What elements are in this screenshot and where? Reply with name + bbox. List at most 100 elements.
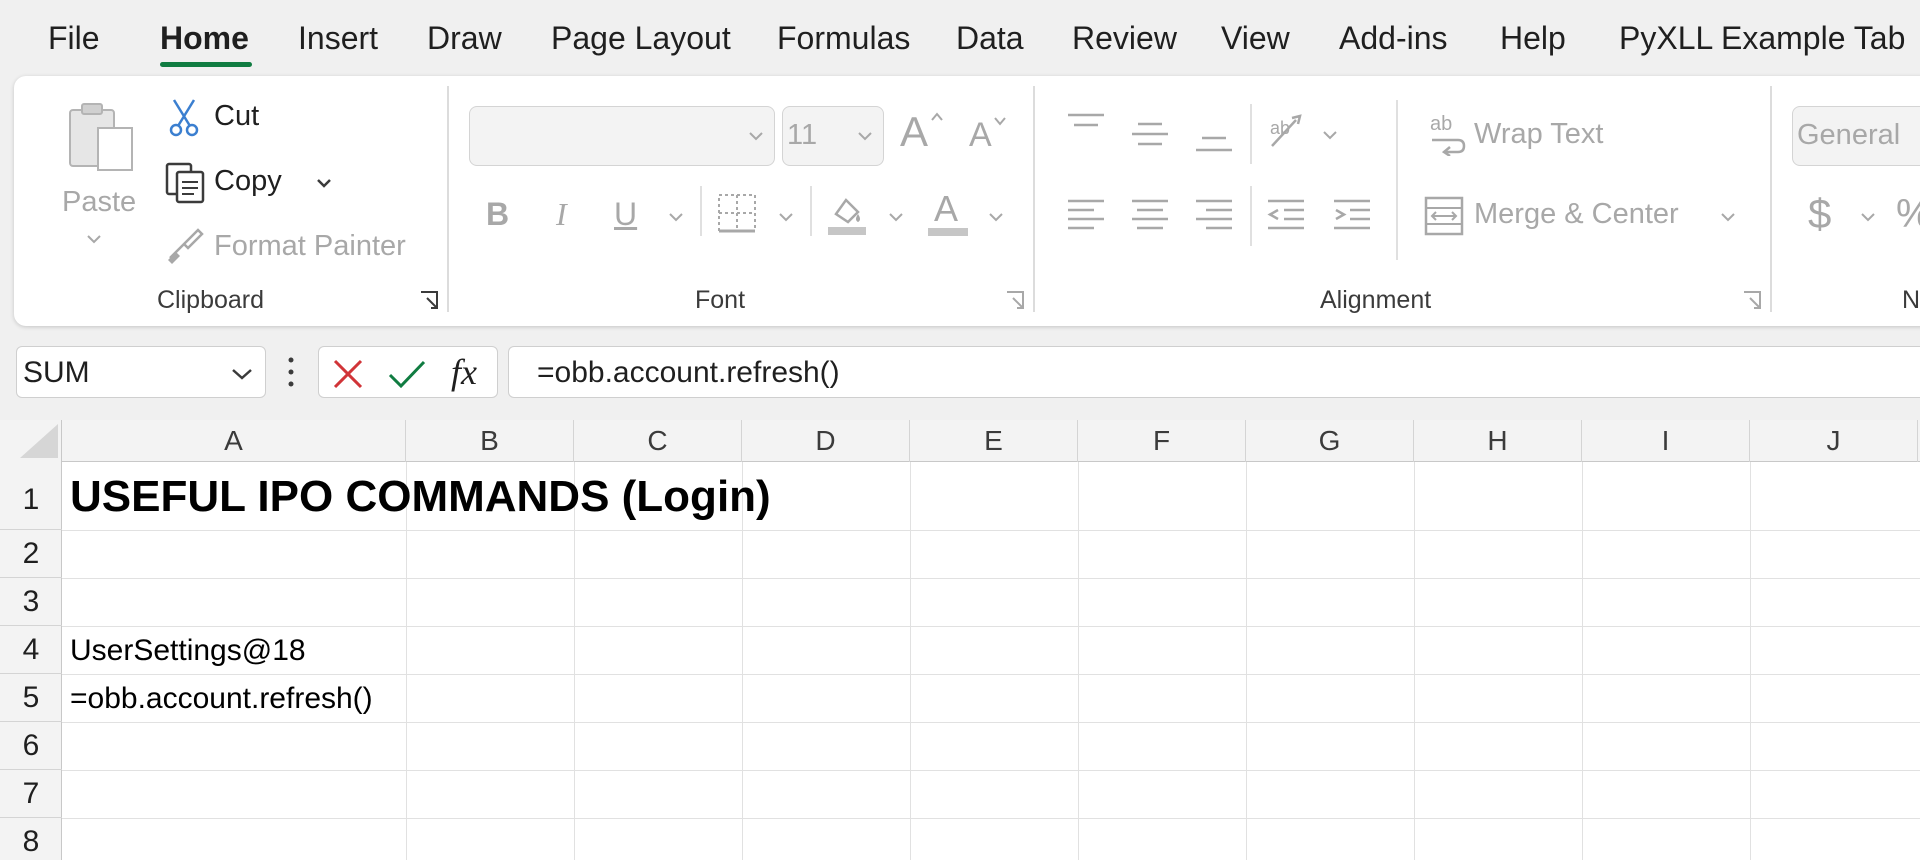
row-header-3[interactable]: 3 <box>0 578 62 626</box>
borders-icon[interactable] <box>716 192 758 239</box>
name-box[interactable]: SUM <box>16 346 266 398</box>
column-header-g[interactable]: G <box>1246 420 1414 462</box>
tab-view[interactable]: View <box>1221 20 1290 57</box>
more-options-icon[interactable] <box>286 356 296 393</box>
svg-text:ab: ab <box>1430 113 1452 135</box>
gridline <box>1078 462 1079 860</box>
number-format-combo[interactable]: General <box>1792 106 1920 166</box>
column-header-a[interactable]: A <box>62 420 406 462</box>
column-header-b[interactable]: B <box>406 420 574 462</box>
tab-data[interactable]: Data <box>956 20 1024 57</box>
tab-help[interactable]: Help <box>1500 20 1566 57</box>
font-name-combo[interactable] <box>469 106 775 166</box>
formula-input[interactable]: =obb.account.refresh() <box>508 346 1920 398</box>
scissors-icon[interactable] <box>168 98 200 143</box>
format-painter-button[interactable]: Format Painter <box>214 230 406 263</box>
enter-checkmark-icon[interactable] <box>387 357 427 391</box>
cell-a1[interactable]: USEFUL IPO COMMANDS (Login) <box>70 472 771 522</box>
row-header-1[interactable]: 1 <box>0 462 62 530</box>
wrap-text-icon[interactable]: ab <box>1428 112 1468 161</box>
underline-button[interactable]: U <box>614 196 637 233</box>
insert-function-button[interactable]: fx <box>451 351 477 393</box>
column-header-j[interactable]: J <box>1750 420 1918 462</box>
clipboard-group-label: Clipboard <box>157 286 265 314</box>
tab-page-layout[interactable]: Page Layout <box>551 20 731 57</box>
copy-button[interactable]: Copy <box>214 165 282 198</box>
tab-home[interactable]: Home <box>160 20 249 57</box>
align-center-icon[interactable] <box>1130 198 1170 237</box>
cancel-x-icon[interactable] <box>331 357 365 391</box>
worksheet-grid[interactable]: A B C D E F G H I J 1 2 3 4 5 6 7 8 USEF… <box>0 420 1920 860</box>
dialog-launcher-icon[interactable] <box>1742 290 1762 310</box>
copy-dropdown-chevron-icon[interactable] <box>316 176 332 194</box>
align-right-icon[interactable] <box>1194 198 1234 237</box>
font-color-icon[interactable]: A <box>928 188 970 236</box>
orientation-dropdown-chevron-icon[interactable] <box>1322 128 1338 146</box>
borders-dropdown-chevron-icon[interactable] <box>778 210 794 228</box>
increase-indent-icon[interactable] <box>1332 198 1372 237</box>
decrease-font-size-icon[interactable]: A <box>969 116 1009 156</box>
font-color-dropdown-chevron-icon[interactable] <box>988 210 1004 228</box>
separator <box>1250 186 1252 246</box>
font-size-combo[interactable]: 11 <box>782 106 884 166</box>
top-align-icon[interactable] <box>1066 112 1106 147</box>
cut-button[interactable]: Cut <box>214 100 259 133</box>
merge-center-button[interactable]: Merge & Center <box>1474 198 1679 231</box>
row-header-5[interactable]: 5 <box>0 674 62 722</box>
tab-pyxll-example[interactable]: PyXLL Example Tab <box>1619 20 1905 57</box>
font-group-label: Font <box>695 286 746 314</box>
column-header-f[interactable]: F <box>1078 420 1246 462</box>
paste-button[interactable]: Paste <box>62 186 136 219</box>
tab-file[interactable]: File <box>48 20 100 57</box>
merge-center-icon[interactable] <box>1424 196 1464 241</box>
row-header-2[interactable]: 2 <box>0 530 62 578</box>
middle-align-icon[interactable] <box>1130 118 1170 153</box>
paste-icon[interactable] <box>64 98 142 176</box>
percent-button[interactable]: % <box>1896 192 1920 237</box>
ribbon-tab-bar: File Home Insert Draw Page Layout Formul… <box>0 0 1920 72</box>
cell-a5[interactable]: =obb.account.refresh() <box>70 682 373 716</box>
dialog-launcher-icon[interactable] <box>1005 290 1025 310</box>
row-header-6[interactable]: 6 <box>0 722 62 770</box>
row-header-4[interactable]: 4 <box>0 626 62 674</box>
tab-add-ins[interactable]: Add-ins <box>1339 20 1448 57</box>
group-separator <box>447 86 449 312</box>
select-all-corner[interactable] <box>0 420 62 462</box>
column-header-e[interactable]: E <box>910 420 1078 462</box>
orientation-icon[interactable]: ab <box>1266 112 1310 157</box>
gridline <box>62 674 1920 675</box>
fill-color-dropdown-chevron-icon[interactable] <box>888 210 904 228</box>
bottom-align-icon[interactable] <box>1194 124 1234 159</box>
underline-dropdown-chevron-icon[interactable] <box>668 210 684 228</box>
chevron-down-icon[interactable] <box>86 232 102 250</box>
column-header-h[interactable]: H <box>1414 420 1582 462</box>
gridline <box>1414 462 1415 860</box>
merge-dropdown-chevron-icon[interactable] <box>1720 210 1736 228</box>
decrease-indent-icon[interactable] <box>1266 198 1306 237</box>
fill-color-icon[interactable] <box>826 192 868 241</box>
row-header-8[interactable]: 8 <box>0 818 62 860</box>
tab-review[interactable]: Review <box>1072 20 1177 57</box>
cell-a4[interactable]: UserSettings@18 <box>70 634 306 668</box>
font-size-value: 11 <box>787 119 818 151</box>
tab-formulas[interactable]: Formulas <box>777 20 910 57</box>
shrink-font-glyph: A <box>969 116 992 154</box>
chevron-down-icon <box>749 132 763 141</box>
bold-button[interactable]: B <box>486 196 509 233</box>
italic-button[interactable]: I <box>556 196 567 233</box>
grow-font-glyph: A <box>900 108 929 155</box>
increase-font-size-icon[interactable]: A <box>900 108 944 155</box>
column-header-d[interactable]: D <box>742 420 910 462</box>
format-painter-icon[interactable] <box>164 224 206 269</box>
currency-dropdown-chevron-icon[interactable] <box>1860 210 1876 228</box>
column-header-i[interactable]: I <box>1582 420 1750 462</box>
currency-button[interactable]: $ <box>1808 190 1831 238</box>
column-header-c[interactable]: C <box>574 420 742 462</box>
dialog-launcher-icon[interactable] <box>419 290 439 310</box>
copy-icon[interactable] <box>163 160 207 209</box>
tab-draw[interactable]: Draw <box>427 20 502 57</box>
row-header-7[interactable]: 7 <box>0 770 62 818</box>
tab-insert[interactable]: Insert <box>298 20 378 57</box>
align-left-icon[interactable] <box>1066 198 1106 237</box>
wrap-text-button[interactable]: Wrap Text <box>1474 118 1603 151</box>
